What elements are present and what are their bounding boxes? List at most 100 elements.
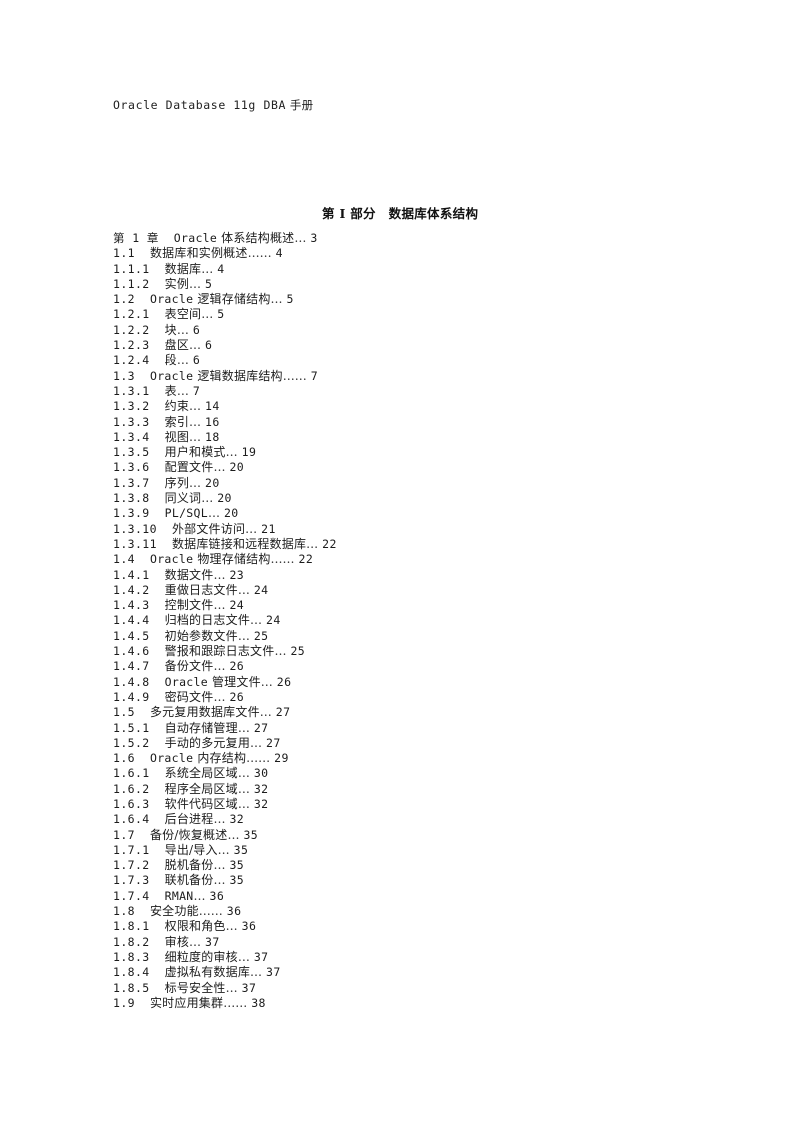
- toc-entry-title-cjk: 同义词: [164, 491, 202, 506]
- toc-entry[interactable]: 1.7.3 联机备份… 35: [113, 873, 673, 888]
- toc-entry[interactable]: 1.3 Oracle 逻辑数据库结构…… 7: [113, 369, 673, 384]
- toc-entry-number: 1.6.2: [113, 781, 150, 796]
- toc-entry-title: 审核: [165, 935, 189, 949]
- toc-entry[interactable]: 1.8.2 审核… 37: [113, 935, 673, 950]
- toc-entry[interactable]: 1.2 Oracle 逻辑存储结构… 5: [113, 292, 673, 307]
- toc-entry[interactable]: 1.1 数据库和实例概述…… 4: [113, 246, 673, 261]
- toc-entry-number: 1.2.1: [113, 307, 150, 322]
- toc-entry[interactable]: 1.4.1 数据文件… 23: [113, 568, 673, 583]
- toc-entry[interactable]: 1.3.11 数据库链接和远程数据库… 22: [113, 537, 673, 552]
- toc-entry[interactable]: 1.4.9 密码文件… 26: [113, 690, 673, 705]
- toc-entry-title-cjk: 警报和跟踪日志文件: [164, 644, 275, 659]
- toc-entry[interactable]: 1.4.7 备份文件… 26: [113, 659, 673, 674]
- toc-entry-title: 块: [165, 323, 177, 337]
- toc-entry[interactable]: 1.8 安全功能…… 36: [113, 904, 673, 919]
- toc-entry[interactable]: 1.1.1 数据库… 4: [113, 262, 673, 277]
- toc-dot-leader: …: [237, 628, 250, 643]
- toc-entry[interactable]: 1.8.5 标号安全性… 37: [113, 981, 673, 996]
- toc-entry[interactable]: 1.3.8 同义词… 20: [113, 491, 673, 506]
- toc-entry[interactable]: 1.3.5 用户和模式… 19: [113, 445, 673, 460]
- toc-entry[interactable]: 1.7.1 导出/导入… 35: [113, 843, 673, 858]
- toc-entry-title-cjk: 自动存储管理: [164, 720, 238, 735]
- toc-entry-title: 实例: [165, 277, 189, 291]
- toc-page-number: 37: [253, 949, 269, 964]
- toc-entry[interactable]: 1.6.1 系统全局区域… 30: [113, 766, 673, 781]
- toc-entry-title: 索引: [165, 415, 189, 429]
- toc-dot-leader: …: [225, 980, 238, 995]
- toc-page-number: 21: [261, 521, 276, 536]
- toc-entry-title-cjk: 数据文件: [164, 567, 214, 582]
- toc-entry[interactable]: 1.2.4 段… 6: [113, 353, 673, 368]
- toc-entry[interactable]: 1.7.4 RMAN… 36: [113, 889, 673, 904]
- toc-entry[interactable]: 1.6.2 程序全局区域… 32: [113, 782, 673, 797]
- toc-entry-title-cjk: 导出/导入: [164, 842, 218, 857]
- toc-entry[interactable]: 1.3.10 外部文件访问… 21: [113, 522, 673, 537]
- toc-entry[interactable]: 1.8.3 细粒度的审核… 37: [113, 950, 673, 965]
- toc-entry[interactable]: 1.7.2 脱机备份… 35: [113, 858, 673, 873]
- toc-entry-title-cjk: 索引: [164, 414, 190, 429]
- toc-entry-title: 表空间: [165, 307, 202, 321]
- toc-entry[interactable]: 1.8.1 权限和角色… 36: [113, 919, 673, 934]
- toc-dot-leader: ……: [247, 246, 272, 261]
- toc-entry-title-cjk: 软件代码区域: [164, 796, 238, 811]
- toc-entry[interactable]: 1.3.2 约束… 14: [113, 399, 673, 414]
- toc-entry[interactable]: 1.5.2 手动的多元复用… 27: [113, 736, 673, 751]
- toc-entry[interactable]: 1.8.4 虚拟私有数据库… 37: [113, 965, 673, 980]
- toc-entry[interactable]: 1.4.4 归档的日志文件… 24: [113, 613, 673, 628]
- part-title: 第 I 部分 数据库体系结构: [322, 206, 479, 221]
- toc-entry[interactable]: 1.3.7 序列… 20: [113, 476, 673, 491]
- toc-entry[interactable]: 1.4.2 重做日志文件… 24: [113, 583, 673, 598]
- toc-entry-number: 1.7.4: [113, 888, 150, 903]
- toc-entry[interactable]: 1.4.8 Oracle 管理文件… 26: [113, 675, 673, 690]
- toc-entry[interactable]: 1.5.1 自动存储管理… 27: [113, 721, 673, 736]
- toc-entry[interactable]: 1.2.3 盘区… 6: [113, 338, 673, 353]
- toc-entry-number: 1.4.8: [113, 674, 150, 689]
- toc-entry[interactable]: 1.7 备份/恢复概述… 35: [113, 828, 673, 843]
- toc-entry-title-cjk: 约束: [164, 399, 190, 414]
- toc-entry-title-latin: Oracle: [149, 292, 194, 307]
- toc-entry-title-cjk: 后台进程: [164, 812, 214, 827]
- toc-entry[interactable]: 1.4.6 警报和跟踪日志文件… 25: [113, 644, 673, 659]
- toc-entry-title: 表: [165, 384, 177, 398]
- toc-entry[interactable]: 1.3.1 表… 7: [113, 384, 673, 399]
- running-header: Oracle Database 11g DBA 手册: [113, 97, 313, 113]
- toc-entry[interactable]: 1.6.3 软件代码区域… 32: [113, 797, 673, 812]
- toc-entry-number: 1.3.3: [113, 414, 150, 429]
- toc-entry[interactable]: 1.9 实时应用集群…… 38: [113, 996, 673, 1011]
- toc-entry[interactable]: 第 1 章 Oracle 体系结构概述… 3: [113, 231, 673, 246]
- toc-page-number: 25: [290, 644, 306, 659]
- running-header-cjk: 手册: [286, 98, 314, 112]
- toc-entry-title-cjk: 权限和角色: [164, 919, 226, 934]
- toc-page-number: 29: [274, 751, 289, 766]
- toc-dot-leader: …: [237, 582, 250, 597]
- toc-entry[interactable]: 1.3.3 索引… 16: [113, 415, 673, 430]
- toc-entry-number: 1.3.1: [113, 383, 150, 398]
- toc-entry[interactable]: 1.6 Oracle 内存结构…… 29: [113, 751, 673, 766]
- toc-entry[interactable]: 1.3.6 配置文件… 20: [113, 460, 673, 475]
- toc-entry-title: 系统全局区域: [165, 766, 238, 780]
- toc-entry[interactable]: 1.5 多元复用数据库文件… 27: [113, 705, 673, 720]
- toc-entry[interactable]: 1.6.4 后台进程… 32: [113, 812, 673, 827]
- toc-entry-title: 初始参数文件: [165, 629, 238, 643]
- toc-entry-title-cjk: 多元复用数据库文件: [149, 705, 260, 720]
- toc-dot-leader: …: [225, 919, 238, 934]
- toc-entry[interactable]: 1.2.2 块… 6: [113, 323, 673, 338]
- toc-entry[interactable]: 1.1.2 实例… 5: [113, 277, 673, 292]
- toc-entry-number: 1.3.11: [113, 536, 157, 551]
- toc-dot-leader: …: [250, 735, 263, 750]
- toc-entry-title-cjk: 数据库: [164, 261, 202, 276]
- toc-dot-leader: ……: [282, 368, 307, 383]
- toc-entry[interactable]: 1.2.1 表空间… 5: [113, 307, 673, 322]
- toc-entry[interactable]: 1.4.5 初始参数文件… 25: [113, 629, 673, 644]
- toc-dot-leader: ……: [270, 552, 295, 567]
- toc-entry[interactable]: 1.4.3 控制文件… 24: [113, 598, 673, 613]
- toc-entry-number: 1.1.1: [113, 261, 150, 276]
- toc-entry[interactable]: 1.3.9 PL/SQL… 20: [113, 506, 673, 521]
- toc-entry[interactable]: 1.4 Oracle 物理存储结构…… 22: [113, 552, 673, 567]
- toc-entry-title: 盘区: [165, 338, 189, 352]
- toc-entry[interactable]: 1.3.4 视图… 18: [113, 430, 673, 445]
- toc-page-number: 22: [322, 536, 337, 551]
- toc-dot-leader: …: [176, 383, 189, 398]
- toc-entry-number: 1.8.4: [113, 965, 150, 980]
- toc-entry-title-cjk: 表空间: [164, 307, 202, 322]
